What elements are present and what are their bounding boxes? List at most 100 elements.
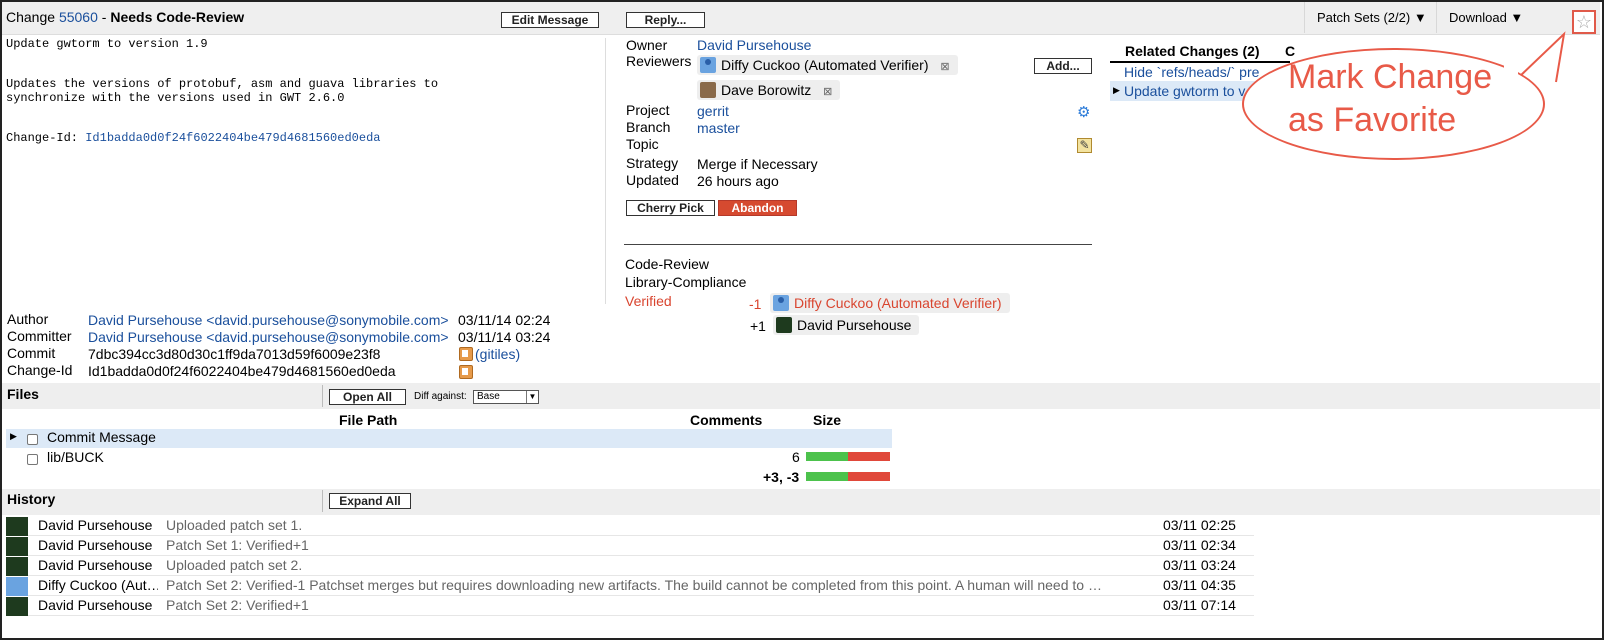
history-message: Patch Set 2: Verified-1 Patchset merges … — [166, 577, 1106, 593]
vote-chip-david[interactable]: David Pursehouse — [773, 315, 920, 335]
avatar — [6, 597, 28, 616]
remove-reviewer-icon[interactable]: ⊠ — [940, 61, 949, 73]
related-change-item[interactable]: Update gwtorm to v — [1124, 83, 1245, 99]
gitiles-link[interactable]: (gitiles) — [475, 346, 520, 362]
reviewer-chip-diffy[interactable]: Diffy Cuckoo (Automated Verifier) ⊠ — [697, 55, 958, 75]
reviewer-name: Dave Borowitz — [721, 82, 812, 98]
chevron-down-icon: ▼ — [526, 391, 538, 403]
size-bar-removed — [848, 452, 890, 461]
label-verified: Verified — [625, 293, 672, 309]
change-prefix: Change — [6, 9, 56, 25]
copy-change-id-icon[interactable] — [459, 365, 473, 379]
history-row[interactable]: David Pursehouse Uploaded patch set 2. 03/… — [6, 556, 1254, 576]
committer-date: 03/11/14 03:24 — [458, 329, 551, 345]
branch-label: Branch — [626, 119, 671, 135]
avatar — [700, 57, 716, 73]
author-link[interactable]: David Pursehouse <david.pursehouse@sonym… — [88, 312, 449, 328]
add-reviewer-button[interactable]: Add... — [1034, 58, 1092, 74]
change-id-value: Id1badda0d0f24f6022404be479d4681560ed0ed… — [88, 363, 396, 379]
expand-all-button[interactable]: Expand All — [329, 493, 411, 509]
history-row[interactable]: David Pursehouse Patch Set 1: Verified+1 0… — [6, 536, 1254, 556]
commit-body-line-1: Updates the versions of protobuf, asm an… — [6, 77, 439, 91]
files-separator — [322, 385, 323, 407]
download-menu[interactable]: Download ▼ — [1436, 2, 1535, 33]
history-message: Patch Set 1: Verified+1 — [166, 537, 309, 553]
committer-label: Committer — [7, 328, 72, 344]
diff-against-value: Base — [477, 391, 500, 402]
history-author: David Pursehouse — [38, 517, 153, 533]
related-change-item[interactable]: Hide `refs/heads/` pre — [1124, 64, 1259, 80]
change-status: Needs Code-Review — [110, 9, 245, 25]
file-path-link[interactable]: Commit Message — [47, 429, 156, 445]
avatar — [773, 295, 789, 311]
callout-tail-cover — [1504, 54, 1518, 80]
voter-name: David Pursehouse — [797, 317, 912, 333]
cherry-pick-button[interactable]: Cherry Pick — [626, 200, 715, 216]
reviewers-label: Reviewers — [626, 53, 692, 69]
history-time: 03/11 03:24 — [1163, 557, 1236, 573]
related-tab-underline — [1110, 61, 1290, 63]
commit-label: Commit — [7, 345, 56, 361]
avatar — [6, 577, 28, 596]
owner-link[interactable]: David Pursehouse — [697, 37, 811, 53]
vote-score: -1 — [749, 296, 762, 312]
size-bar-added — [806, 452, 848, 461]
file-path-link[interactable]: lib/BUCK — [47, 449, 104, 465]
file-checkbox[interactable] — [27, 434, 38, 445]
open-all-button[interactable]: Open All — [329, 389, 406, 405]
history-row[interactable]: David Pursehouse Uploaded patch set 1. 03/… — [6, 516, 1254, 536]
edit-topic-icon[interactable]: ✎ — [1077, 138, 1092, 153]
avatar — [6, 557, 28, 576]
vote-score: +1 — [750, 318, 766, 334]
strategy-value: Merge if Necessary — [697, 156, 818, 172]
col-size: Size — [813, 412, 842, 428]
change-id-label: Change-Id — [7, 362, 73, 378]
gear-icon[interactable]: ⚙ — [1077, 103, 1090, 121]
change-number-link[interactable]: 55060 — [59, 9, 98, 25]
history-message: Patch Set 2: Verified+1 — [166, 597, 309, 613]
history-author: Diffy Cuckoo (Aut… — [38, 577, 158, 593]
patch-sets-menu[interactable]: Patch Sets (2/2) ▼ — [1304, 2, 1439, 33]
history-section-bar — [2, 489, 1600, 515]
size-total: +3, -3 — [763, 469, 800, 485]
callout-line-2: as Favorite — [1288, 101, 1457, 139]
callout-text: Mark Change as Favorite — [1288, 56, 1492, 142]
commit-body-line-2: synchronize with the versions used in GW… — [6, 90, 345, 105]
history-separator — [322, 490, 323, 512]
size-bar-removed — [848, 472, 890, 481]
history-time: 03/11 02:25 — [1163, 517, 1236, 533]
topic-label: Topic — [626, 136, 659, 152]
reply-button[interactable]: Reply... — [626, 12, 705, 28]
abandon-button[interactable]: Abandon — [718, 200, 797, 216]
reviewer-chip-dave[interactable]: Dave Borowitz ⊠ — [697, 80, 841, 100]
project-link[interactable]: gerrit — [697, 103, 729, 119]
remove-reviewer-icon[interactable]: ⊠ — [823, 86, 832, 98]
history-row[interactable]: David Pursehouse Patch Set 2: Verified+1 0… — [6, 596, 1254, 616]
history-message: Uploaded patch set 1. — [166, 517, 303, 533]
history-row[interactable]: Diffy Cuckoo (Aut… Patch Set 2: Verified-… — [6, 576, 1254, 596]
history-time: 03/11 04:35 — [1163, 577, 1236, 593]
history-author: David Pursehouse — [38, 597, 153, 613]
label-code-review: Code-Review — [625, 256, 710, 272]
commit-change-id-link[interactable]: Id1badda0d0f24f6022404be479d4681560ed0ed… — [85, 131, 380, 145]
col-comments: Comments — [690, 412, 763, 428]
expand-row-icon[interactable]: ▶ — [10, 431, 17, 442]
edit-message-button[interactable]: Edit Message — [501, 12, 599, 28]
committer-link[interactable]: David Pursehouse <david.pursehouse@sonym… — [88, 329, 449, 345]
size-bar-added — [806, 472, 848, 481]
copy-sha-icon[interactable] — [459, 347, 473, 361]
file-checkbox[interactable] — [27, 454, 38, 465]
avatar — [6, 517, 28, 536]
owner-label: Owner — [626, 37, 668, 53]
diff-against-select[interactable]: Base ▼ — [473, 390, 539, 404]
branch-link[interactable]: master — [697, 120, 740, 136]
related-changes-tab[interactable]: Related Changes (2) — [1125, 43, 1260, 59]
page-title: Change 55060 - Needs Code-Review — [6, 9, 244, 25]
history-time: 03/11 07:14 — [1163, 597, 1236, 613]
callout-line-1: Mark Change — [1288, 58, 1493, 96]
vote-chip-diffy[interactable]: Diffy Cuckoo (Automated Verifier) — [770, 293, 1010, 313]
commit-subject: Update gwtorm to version 1.9 — [6, 37, 208, 51]
files-title: Files — [7, 386, 39, 402]
commit-message: Update gwtorm to version 1.9 Updates the… — [6, 37, 606, 304]
commit-sha: 7dbc394cc3d80d30c1ff9da7013d59f6009e23f8 — [88, 346, 381, 362]
